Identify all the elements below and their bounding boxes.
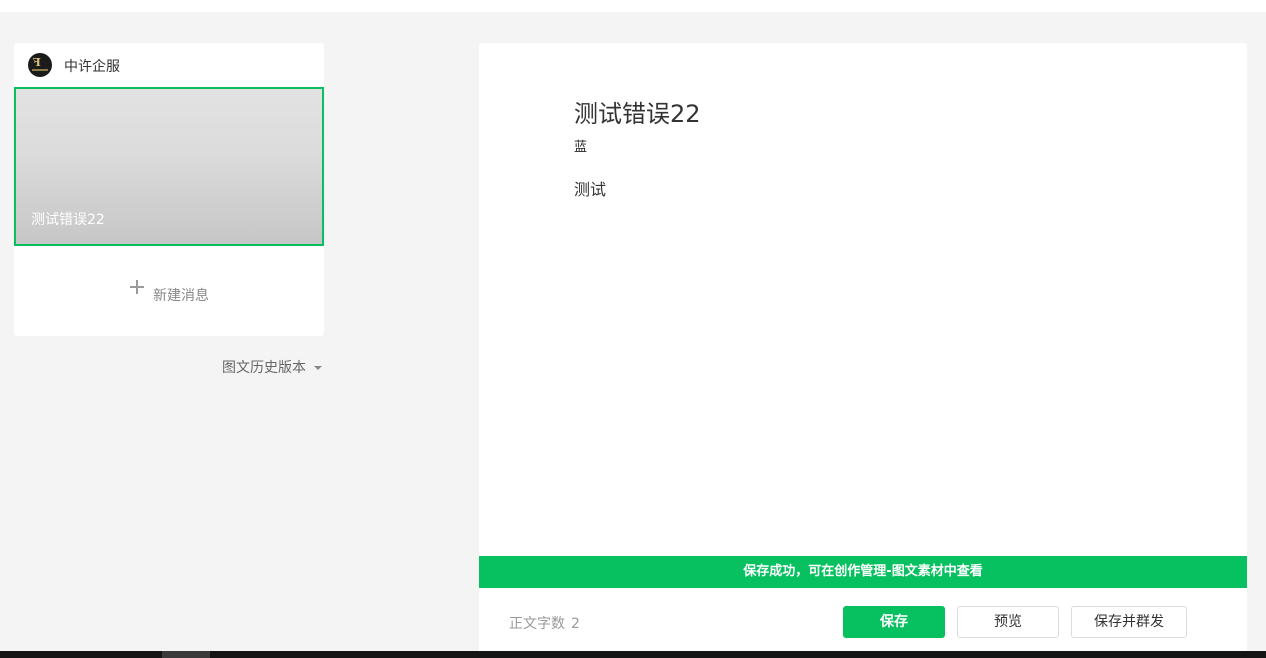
save-and-publish-button[interactable]: 保存并群发 (1071, 606, 1187, 638)
word-count-value: 2 (571, 616, 580, 632)
article-body[interactable]: 测试 (574, 176, 606, 200)
history-versions-label: 图文历史版本 (222, 360, 306, 376)
editor-footer: 正文字数 2 保存 预览 保存并群发 (479, 588, 1247, 658)
word-count-label: 正文字数 (509, 616, 565, 632)
save-success-toast: 保存成功，可在创作管理-图文素材中查看 (479, 556, 1247, 588)
taskbar-item[interactable] (162, 651, 210, 658)
word-count: 正文字数 2 (509, 613, 580, 633)
article-title[interactable]: 测试错误22 (574, 94, 701, 129)
save-button[interactable]: 保存 (843, 606, 945, 638)
account-name: 中许企服 (64, 59, 120, 75)
caret-down-icon (314, 365, 322, 370)
article-editor: 测试错误22 蓝 测试 保存成功，可在创作管理-图文素材中查看 正文字数 2 保存… (479, 43, 1247, 658)
top-bar (0, 0, 1266, 12)
plus-icon (130, 280, 144, 294)
preview-button[interactable]: 预览 (957, 606, 1059, 638)
account-header: ꟻ 中许企服 (14, 43, 324, 87)
article-card-title: 测试错误22 (31, 212, 105, 228)
article-card-selected[interactable]: 测试错误22 (14, 87, 324, 246)
taskbar (0, 651, 1266, 658)
new-message-button[interactable]: 新建消息 (14, 246, 324, 336)
article-author[interactable]: 蓝 (574, 136, 587, 155)
avatar: ꟻ (28, 53, 52, 77)
brand-logo-icon: ꟻ (33, 56, 41, 69)
history-versions-dropdown[interactable]: 图文历史版本 (222, 357, 322, 376)
article-list-panel: ꟻ 中许企服 测试错误22 新建消息 (14, 43, 324, 336)
new-message-label: 新建消息 (153, 288, 209, 304)
